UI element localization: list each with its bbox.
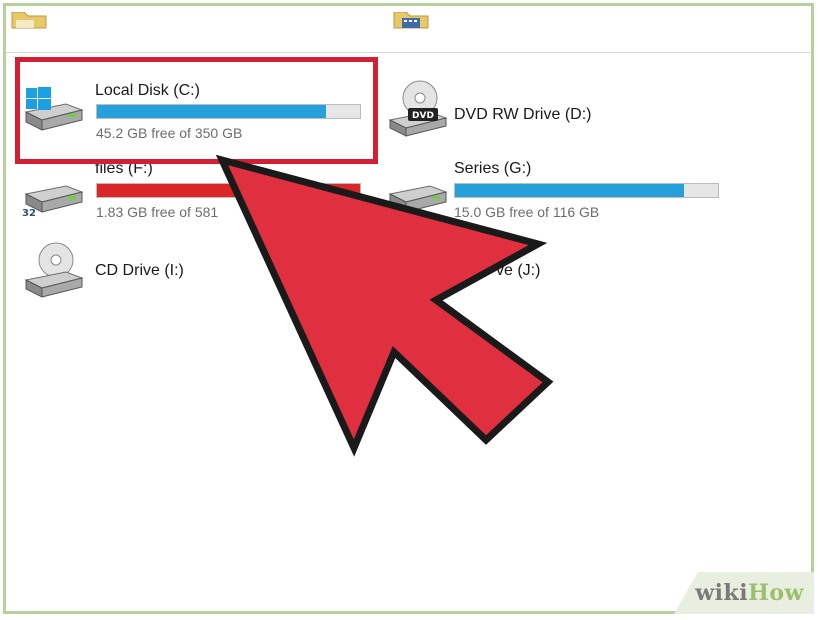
svg-text:DVD: DVD [412,111,434,121]
drive-name: CD Drive (I:) [95,262,184,279]
wikihow-watermark: wikiHow [674,572,814,614]
watermark-wiki: wiki [695,580,749,606]
folder-icon[interactable] [10,12,48,30]
drive-usage-fill [97,184,360,197]
folder-strip [6,6,811,53]
drive-name: ve (J:) [496,262,541,279]
drive-name: DVD RW Drive (D:) [454,106,592,123]
watermark-how: How [748,580,804,606]
drive-item-d[interactable]: DVD DVD RW Drive (D:) [384,78,714,142]
drive-free-space: 15.0 GB free of 116 GB [454,204,600,220]
drive-name: Series (G:) [454,160,532,177]
highlight-box [15,57,378,164]
drive-item-g[interactable]: Series (G:) 15.0 GB free of 116 GB [384,158,724,222]
hard-drive-icon: 32 [22,185,84,219]
drive-usage-bar [96,183,361,198]
dvd-drive-icon: DVD [388,80,448,137]
videos-folder-icon[interactable] [392,12,430,30]
drive-usage-bar [454,183,719,198]
drive-usage-fill [455,184,684,197]
hard-drive-icon [388,185,448,213]
drive-item-i[interactable]: CD Drive (I:) [20,240,320,304]
cd-drive-icon [24,242,84,298]
svg-text:32: 32 [22,208,36,219]
drive-item-f[interactable]: 32 files (F:) 1.83 GB free of 581 [20,158,370,222]
drive-item-j[interactable]: ve (J:) [440,240,640,304]
drive-free-space: 1.83 GB free of 581 [96,204,219,220]
